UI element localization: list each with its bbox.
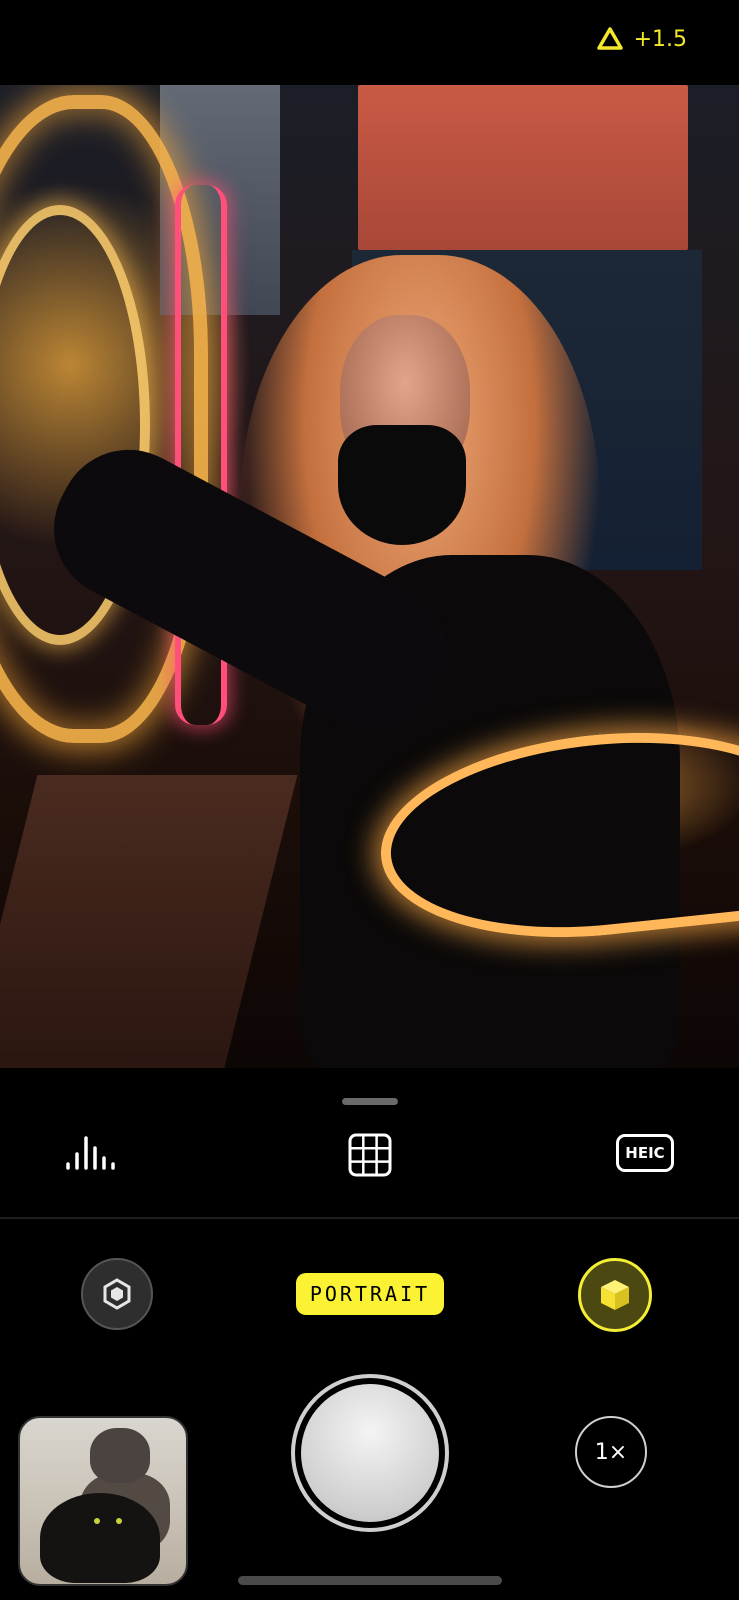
thumbnail-dog-head (90, 1428, 150, 1483)
aperture-mode-button[interactable] (81, 1258, 153, 1330)
histogram-icon[interactable] (64, 1130, 118, 1172)
camera-viewfinder[interactable] (0, 85, 739, 1068)
last-photo-thumbnail[interactable] (18, 1416, 188, 1586)
mode-portrait-label[interactable]: PORTRAIT (296, 1273, 444, 1315)
top-bar: +1.5 (0, 0, 739, 85)
shutter-button[interactable] (291, 1374, 449, 1532)
cube-icon (601, 1280, 629, 1310)
drawer-handle[interactable] (342, 1098, 398, 1105)
subject-mask (338, 425, 466, 545)
zoom-button[interactable]: 1× (575, 1416, 647, 1488)
shutter-inner (301, 1384, 439, 1522)
hexagon-aperture-icon (103, 1278, 131, 1310)
home-indicator[interactable] (238, 1576, 502, 1585)
format-label: HEIC (625, 1144, 665, 1162)
exposure-triangle-icon (596, 27, 623, 50)
zoom-label: 1× (594, 1439, 628, 1465)
divider (0, 1217, 739, 1219)
thumbnail-cat (40, 1493, 160, 1583)
exposure-indicator[interactable]: +1.5 (596, 26, 687, 52)
format-button[interactable]: HEIC (616, 1134, 674, 1172)
background-sign (358, 85, 688, 250)
thumbnail-cat-eye-left (94, 1518, 100, 1524)
exposure-value: +1.5 (633, 26, 687, 52)
thumbnail-cat-eye-right (116, 1518, 122, 1524)
portrait-text: PORTRAIT (309, 1282, 431, 1306)
depth-mode-button[interactable] (578, 1258, 652, 1332)
grid-icon[interactable] (348, 1133, 392, 1177)
ledge (0, 775, 298, 1068)
